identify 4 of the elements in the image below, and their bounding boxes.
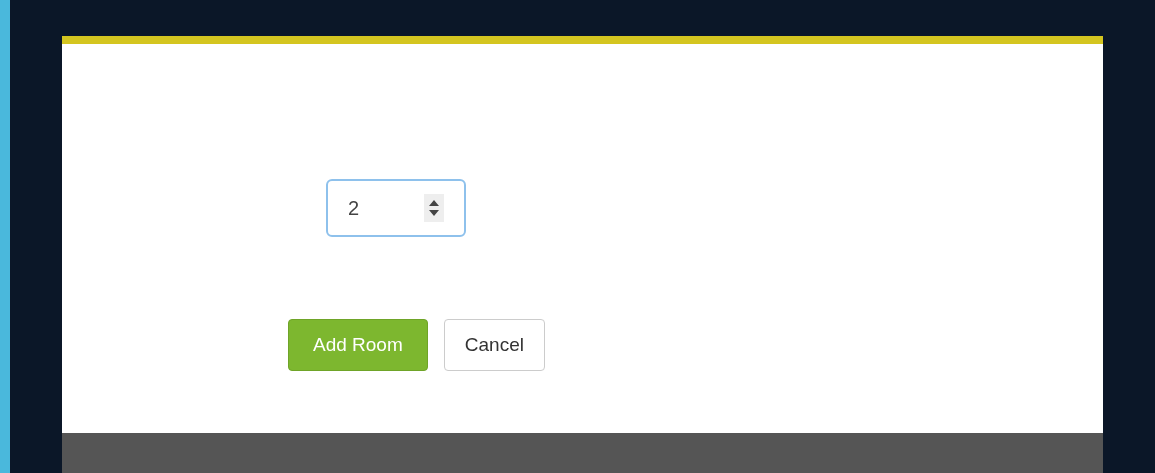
cancel-button[interactable]: Cancel — [443, 319, 545, 371]
spinner-icon[interactable] — [424, 194, 444, 222]
field-value: 2 — [348, 196, 360, 221]
quantity-field[interactable]: 2 — [326, 179, 466, 237]
